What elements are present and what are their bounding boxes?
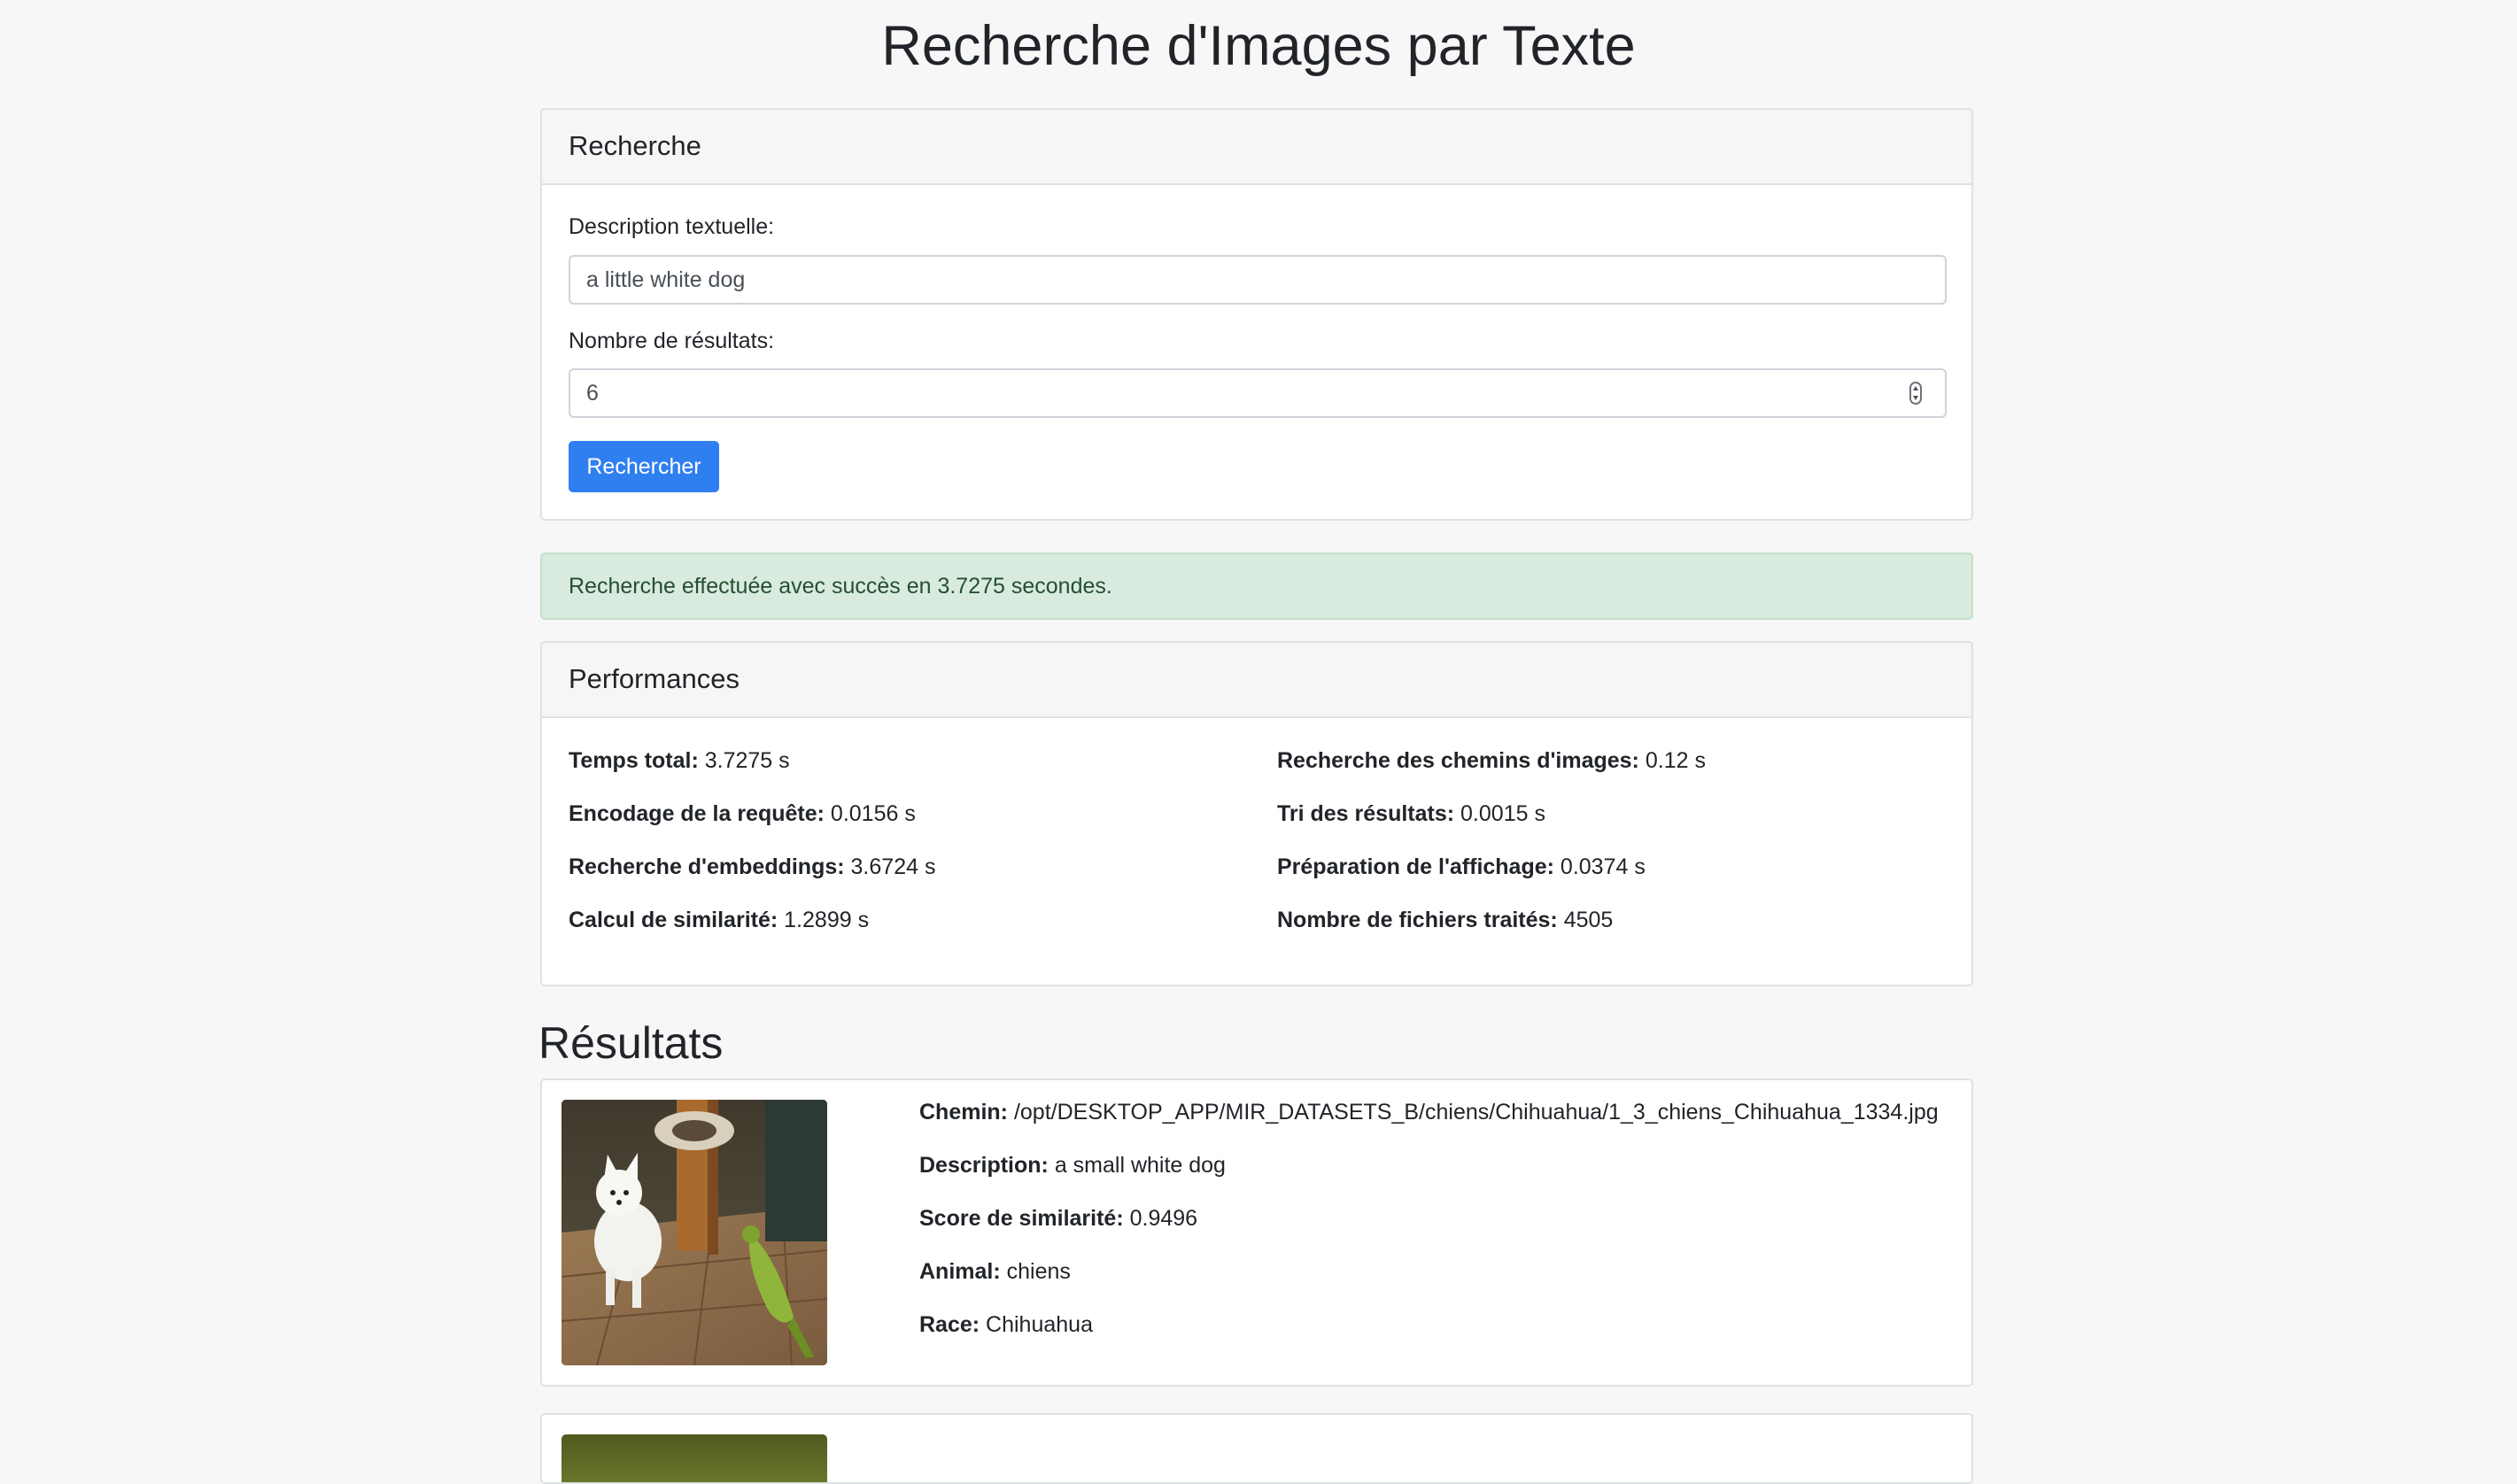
result-breed-value: Chihuahua [986, 1312, 1093, 1337]
metric-total-time: Temps total: 3.7275 s [569, 746, 790, 775]
result-score-value: 0.9496 [1129, 1206, 1198, 1231]
metric-label: Recherche d'embeddings: [569, 854, 845, 879]
metric-similarity: Calcul de similarité: 1.2899 s [569, 906, 869, 934]
result-animal-value: chiens [1006, 1259, 1071, 1284]
result-animal: Animal: chiens [919, 1257, 1071, 1286]
metric-value: 4505 [1563, 908, 1614, 932]
result-image[interactable] [561, 1100, 827, 1365]
metric-label: Nombre de fichiers traités: [1277, 908, 1558, 932]
stepper-arrows-icon[interactable] [1909, 382, 1922, 405]
page-title: Recherche d'Images par Texte [881, 15, 1636, 77]
result-breed-label: Race: [919, 1312, 980, 1337]
result-image[interactable] [561, 1434, 827, 1482]
metric-embedding-search: Recherche d'embeddings: 3.6724 s [569, 853, 935, 881]
result-animal-label: Animal: [919, 1259, 1001, 1284]
search-card-header: Recherche [542, 110, 1971, 185]
metric-label: Temps total: [569, 748, 699, 773]
metric-value: 1.2899 s [784, 908, 870, 932]
metric-value: 0.12 s [1645, 748, 1706, 773]
result-card: Chemin: /opt/DESKTOP_APP/MIR_DATASETS_B/… [540, 1078, 1973, 1387]
result-breed: Race: Chihuahua [919, 1310, 1093, 1339]
result-description-value: a small white dog [1054, 1153, 1226, 1178]
search-button[interactable]: Rechercher [569, 441, 719, 492]
description-input[interactable] [569, 255, 1947, 305]
performance-card-header: Performances [542, 643, 1971, 718]
metric-label: Recherche des chemins d'images: [1277, 748, 1639, 773]
metric-label: Tri des résultats: [1277, 801, 1455, 826]
metric-query-encoding: Encodage de la requête: 0.0156 s [569, 800, 916, 828]
result-description: Description: a small white dog [919, 1151, 1226, 1179]
metric-label: Encodage de la requête: [569, 801, 825, 826]
metric-label: Calcul de similarité: [569, 908, 778, 932]
dog-photo-image [561, 1100, 827, 1365]
result-score: Score de similarité: 0.9496 [919, 1204, 1197, 1233]
success-alert: Recherche effectuée avec succès en 3.727… [540, 553, 1973, 620]
result-count-label: Nombre de résultats: [569, 328, 775, 353]
metric-files-processed: Nombre de fichiers traités: 4505 [1277, 906, 1613, 934]
search-card: Recherche Description textuelle: Nombre … [540, 108, 1973, 521]
metric-label: Préparation de l'affichage: [1277, 854, 1554, 879]
metric-value: 3.7275 s [704, 748, 790, 773]
metric-path-search: Recherche des chemins d'images: 0.12 s [1277, 746, 1706, 775]
metric-value: 0.0156 s [830, 801, 916, 826]
metric-display-prep: Préparation de l'affichage: 0.0374 s [1277, 853, 1646, 881]
result-path-label: Chemin: [919, 1100, 1008, 1125]
results-title: Résultats [538, 1018, 724, 1068]
result-description-label: Description: [919, 1153, 1049, 1178]
result-card [540, 1413, 1973, 1484]
metric-value: 0.0374 s [1560, 854, 1646, 879]
result-count-value: 6 [586, 381, 599, 406]
result-score-label: Score de similarité: [919, 1206, 1124, 1231]
metric-value: 3.6724 s [850, 854, 936, 879]
performance-card: Performances Temps total: 3.7275 s Encod… [540, 641, 1973, 986]
result-count-input[interactable]: 6 [569, 368, 1947, 418]
result-path-value: /opt/DESKTOP_APP/MIR_DATASETS_B/chiens/C… [1013, 1100, 1939, 1125]
metric-value: 0.0015 s [1460, 801, 1545, 826]
result-path: Chemin: /opt/DESKTOP_APP/MIR_DATASETS_B/… [919, 1098, 1939, 1126]
metric-sorting: Tri des résultats: 0.0015 s [1277, 800, 1545, 828]
description-label: Description textuelle: [569, 214, 775, 239]
